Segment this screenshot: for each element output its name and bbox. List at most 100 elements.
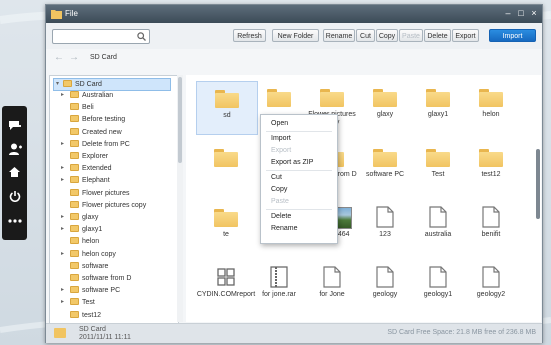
home-icon[interactable]: [2, 161, 27, 183]
menu-import[interactable]: Import: [271, 134, 291, 144]
copy-button[interactable]: Copy: [376, 29, 398, 42]
expand-arrow-icon[interactable]: ▸: [61, 249, 64, 260]
expand-arrow-icon[interactable]: ▸: [61, 224, 64, 235]
tree-item[interactable]: ▸ Test: [61, 297, 95, 308]
rename-button[interactable]: Rename: [323, 29, 355, 42]
cut-button[interactable]: Cut: [356, 29, 375, 42]
window-title: File: [65, 9, 78, 18]
close-icon[interactable]: ×: [529, 8, 539, 18]
tree-item[interactable]: test12: [70, 310, 101, 321]
tree-item[interactable]: ▸ Delete from PC: [61, 139, 130, 150]
file-label: geology2: [476, 291, 506, 298]
menu-cut[interactable]: Cut: [271, 173, 282, 183]
file-item[interactable]: glaxy: [355, 81, 415, 133]
tree-item[interactable]: Beli: [70, 102, 94, 113]
menu-export-zip[interactable]: Export as ZIP: [271, 158, 313, 168]
expand-arrow-icon[interactable]: ▸: [61, 285, 64, 296]
file-item[interactable]: for Jone: [302, 261, 362, 313]
expand-arrow-icon[interactable]: ▸: [61, 90, 64, 101]
collapse-arrow-icon[interactable]: ▾: [56, 79, 59, 90]
file-item[interactable]: [196, 141, 256, 193]
nav-bar: ← → SD Card: [46, 49, 542, 67]
file-item[interactable]: for jone.rar: [249, 261, 309, 313]
archive-icon: [270, 266, 288, 288]
menu-export[interactable]: Export: [271, 146, 291, 156]
file-item[interactable]: test12: [461, 141, 521, 193]
tree-item[interactable]: Created new: [70, 127, 122, 138]
tree-item[interactable]: Flower pictures: [70, 188, 129, 199]
grid-scrollbar[interactable]: [535, 75, 541, 322]
file-item[interactable]: benifit: [461, 201, 521, 253]
tree-item[interactable]: software: [70, 261, 108, 272]
tree-item[interactable]: Explorer: [70, 151, 108, 162]
file-item[interactable]: te: [196, 201, 256, 253]
tree-item-label: SD Card: [75, 81, 102, 88]
tree-scrollbar[interactable]: [177, 75, 183, 322]
file-item[interactable]: australia: [408, 201, 468, 253]
side-dock: [2, 106, 27, 240]
folder-icon: [70, 261, 79, 269]
file-item[interactable]: CYDIN.COMreport: [196, 261, 256, 313]
import-button[interactable]: Import: [489, 29, 536, 42]
minimize-icon[interactable]: –: [503, 8, 513, 18]
tree-item[interactable]: ▸ software PC: [61, 285, 120, 296]
tree-item[interactable]: software from D: [70, 273, 131, 284]
menu-copy[interactable]: Copy: [271, 185, 287, 195]
tree-item[interactable]: Flower pictures copy: [70, 200, 146, 211]
file-item[interactable]: geology1: [408, 261, 468, 313]
file-item[interactable]: Test: [408, 141, 468, 193]
breadcrumb[interactable]: SD Card: [90, 54, 117, 61]
expand-arrow-icon[interactable]: ▸: [61, 212, 64, 223]
tree-item[interactable]: ▸ glaxy: [61, 212, 98, 223]
export-button[interactable]: Export: [452, 29, 479, 42]
tree-item-label: Beli: [82, 104, 94, 112]
maximize-icon[interactable]: □: [516, 8, 526, 18]
add-contact-icon[interactable]: [2, 138, 27, 160]
folder-icon: [373, 89, 397, 107]
refresh-button[interactable]: Refresh: [233, 29, 266, 42]
file-label: sd: [223, 112, 231, 119]
expand-arrow-icon[interactable]: ▸: [61, 139, 64, 150]
expand-arrow-icon[interactable]: ▸: [61, 163, 64, 174]
file-item[interactable]: 123: [355, 201, 415, 253]
tree-item[interactable]: ▸ glaxy1: [61, 224, 102, 235]
tree-item[interactable]: helon: [70, 236, 99, 247]
menu-delete[interactable]: Delete: [271, 212, 291, 222]
add-message-icon[interactable]: [2, 114, 27, 136]
tree-item[interactable]: ▸ helon copy: [61, 249, 116, 260]
tree-item-label: Flower pictures: [82, 189, 130, 197]
file-item[interactable]: geology: [355, 261, 415, 313]
tree-item[interactable]: ▸ Australian: [61, 90, 113, 101]
power-icon[interactable]: [2, 185, 27, 207]
new-folder-button[interactable]: New Folder: [272, 29, 319, 42]
tree-item[interactable]: ▸ Extended: [61, 163, 112, 174]
folder-icon: [426, 89, 450, 107]
delete-button[interactable]: Delete: [424, 29, 451, 42]
file-label: glaxy1: [427, 111, 449, 118]
expand-arrow-icon[interactable]: ▸: [61, 175, 64, 186]
back-icon[interactable]: ←: [54, 52, 64, 63]
file-label: te: [223, 231, 229, 238]
menu-paste[interactable]: Paste: [271, 197, 289, 207]
tree-scroll-thumb[interactable]: [178, 77, 182, 163]
file-item[interactable]: helon: [461, 81, 521, 133]
search-input[interactable]: [52, 29, 150, 44]
menu-open[interactable]: Open: [271, 119, 288, 129]
tree-item-label: Test: [82, 299, 95, 307]
sd-card-folder-icon: [54, 328, 66, 338]
tree-item[interactable]: ▸ Elephant: [61, 175, 110, 186]
forward-icon[interactable]: →: [69, 52, 79, 63]
tree-item[interactable]: Before testing: [70, 114, 125, 125]
more-icon[interactable]: [2, 210, 27, 232]
grid-scroll-thumb[interactable]: [536, 149, 540, 219]
paste-button[interactable]: Paste: [399, 29, 423, 42]
file-item[interactable]: software PC: [355, 141, 415, 193]
file-item[interactable]: geology2: [461, 261, 521, 313]
document-icon: [376, 266, 394, 288]
expand-arrow-icon[interactable]: ▸: [61, 297, 64, 308]
menu-rename[interactable]: Rename: [271, 224, 297, 234]
tree-item-label: Explorer: [82, 153, 109, 160]
file-item[interactable]: glaxy1: [408, 81, 468, 133]
search-icon[interactable]: [137, 32, 146, 41]
file-label: test12: [481, 171, 501, 178]
